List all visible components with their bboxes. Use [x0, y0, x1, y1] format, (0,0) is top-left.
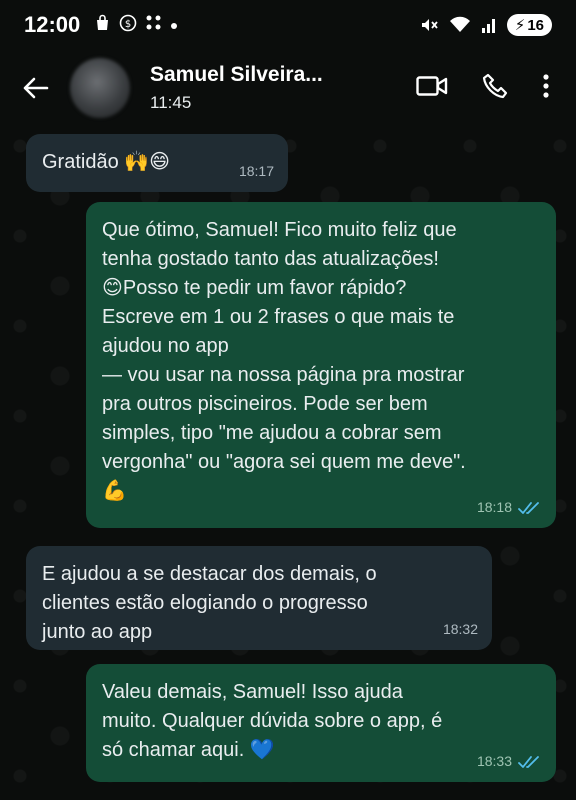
- message-text: Valeu demais, Samuel! Isso ajuda muito. …: [102, 681, 443, 761]
- shopping-bag-icon: [94, 14, 111, 36]
- contact-subtitle: 11:45: [150, 93, 192, 112]
- back-button[interactable]: [0, 50, 70, 126]
- message-bubble-incoming[interactable]: Gratidão 🙌😄 18:17: [26, 134, 288, 192]
- message-bubble-outgoing[interactable]: Que ótimo, Samuel! Fico muito feliz que …: [86, 202, 556, 528]
- arrow-left-icon: [23, 77, 49, 99]
- video-camera-icon: [416, 75, 448, 96]
- phone-icon: [482, 73, 508, 98]
- voice-call-button[interactable]: [482, 73, 508, 104]
- status-left-icons: $: [94, 14, 178, 37]
- read-ticks-icon: [518, 501, 539, 514]
- wechat-icon: $: [119, 14, 137, 37]
- message-meta: 18:18: [477, 493, 542, 522]
- message-meta: 18:33: [477, 747, 542, 776]
- wifi-icon: [449, 16, 471, 34]
- more-options-button[interactable]: [542, 73, 550, 104]
- message-text: Que ótimo, Samuel! Fico muito feliz que …: [102, 219, 466, 502]
- message-bubble-outgoing[interactable]: Valeu demais, Samuel! Isso ajuda muito. …: [86, 664, 556, 782]
- kebab-menu-icon: [543, 73, 549, 98]
- svg-text:$: $: [125, 19, 131, 30]
- status-bar: 12:00 $ ⚡ 16: [0, 0, 576, 50]
- contact-name: Samuel Silveira...: [150, 63, 323, 86]
- chat-area[interactable]: Gratidão 🙌😄 18:17 Que ótimo, Samuel! Fic…: [0, 126, 576, 800]
- mute-icon: [419, 15, 439, 35]
- message-meta: 18:17: [239, 157, 274, 186]
- message-time: 18:33: [476, 753, 512, 769]
- message-text: Gratidão 🙌😄: [42, 151, 171, 173]
- message-meta: 18:32: [443, 615, 478, 644]
- read-ticks-icon: [518, 755, 539, 768]
- message-time: 18:32: [442, 621, 478, 637]
- dot-icon: [170, 15, 178, 35]
- message-bubble-incoming[interactable]: E ajudou a se destacar dos demais, o cli…: [26, 546, 492, 650]
- avatar[interactable]: [70, 58, 130, 118]
- video-call-button[interactable]: [416, 75, 448, 102]
- header-actions: [416, 73, 550, 104]
- status-right: ⚡ 16: [419, 14, 552, 36]
- status-time: 12:00: [24, 12, 81, 37]
- message-text: E ajudou a se destacar dos demais, o cli…: [42, 563, 377, 643]
- contact-info[interactable]: Samuel Silveira... 11:45: [150, 63, 416, 113]
- message-time: 18:17: [238, 163, 274, 179]
- chat-header: Samuel Silveira... 11:45: [0, 50, 576, 126]
- battery-charging-icon: ⚡: [514, 17, 526, 34]
- signal-icon: [481, 16, 497, 34]
- battery-level: 16: [527, 16, 544, 34]
- grid-icon: [145, 14, 162, 36]
- message-time: 18:18: [476, 499, 512, 515]
- battery-indicator: ⚡ 16: [506, 14, 552, 36]
